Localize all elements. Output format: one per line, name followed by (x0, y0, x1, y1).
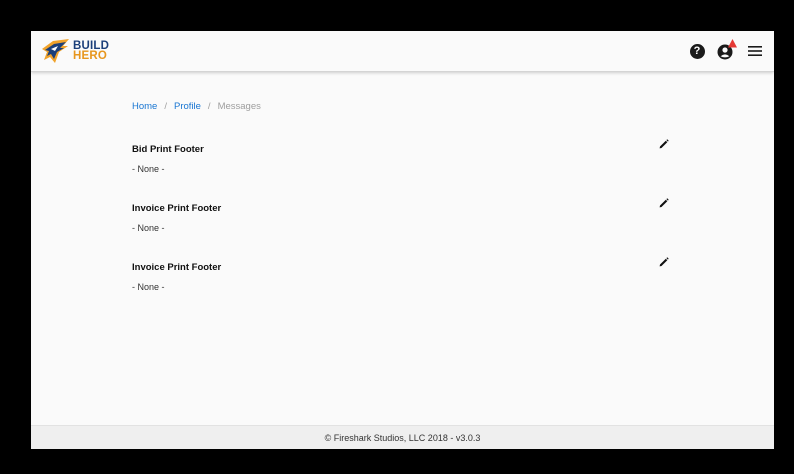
help-circle-icon: ? (689, 43, 705, 59)
buildhero-logo[interactable]: BUILD HERO (41, 37, 109, 65)
buildhero-bird-logo-icon (42, 39, 69, 63)
section-value: - None - (132, 282, 165, 292)
copyright-text: © Fireshark Studios, LLC 2018 - v3.0.3 (324, 432, 481, 443)
page-footer: © Fireshark Studios, LLC 2018 - v3.0.3 (31, 425, 774, 449)
top-actions: ? (679, 39, 766, 62)
help-button[interactable]: ? (686, 40, 708, 62)
pencil-icon (659, 139, 669, 149)
bid-print-footer-section: Bid Print Footer - None - (132, 139, 672, 174)
edit-invoice-print-footer-button[interactable] (656, 195, 672, 211)
top-app-bar: BUILD HERO ? (31, 31, 774, 72)
breadcrumb-home-link[interactable]: Home (132, 101, 157, 112)
menu-button[interactable] (744, 40, 766, 62)
breadcrumb: Home / Profile / Messages (132, 101, 261, 112)
section-title: Invoice Print Footer (132, 203, 222, 214)
app-window: BUILD HERO ? Home / Profile / Messages B… (31, 31, 774, 449)
section-title: Invoice Print Footer (132, 262, 222, 273)
pencil-icon (659, 198, 669, 208)
alert-badge-icon (728, 39, 737, 48)
section-value: - None - (132, 164, 165, 174)
hamburger-menu-icon (748, 46, 762, 56)
invoice-print-footer-section: Invoice Print Footer - None - (132, 257, 672, 292)
section-value: - None - (132, 223, 165, 233)
section-title: Bid Print Footer (132, 144, 204, 155)
logo-line-2: HERO (73, 50, 108, 62)
edit-invoice-print-footer-button[interactable] (656, 254, 672, 270)
pencil-icon (659, 257, 669, 267)
account-button[interactable] (715, 39, 737, 62)
breadcrumb-separator: / (207, 101, 211, 112)
breadcrumb-profile-link[interactable]: Profile (174, 101, 201, 112)
logo-wordmark: BUILD HERO (73, 40, 109, 62)
breadcrumb-separator: / (164, 101, 167, 112)
breadcrumb-current: Messages (217, 101, 261, 112)
edit-bid-print-footer-button[interactable] (656, 136, 672, 152)
invoice-print-footer-section: Invoice Print Footer - None - (132, 198, 672, 233)
